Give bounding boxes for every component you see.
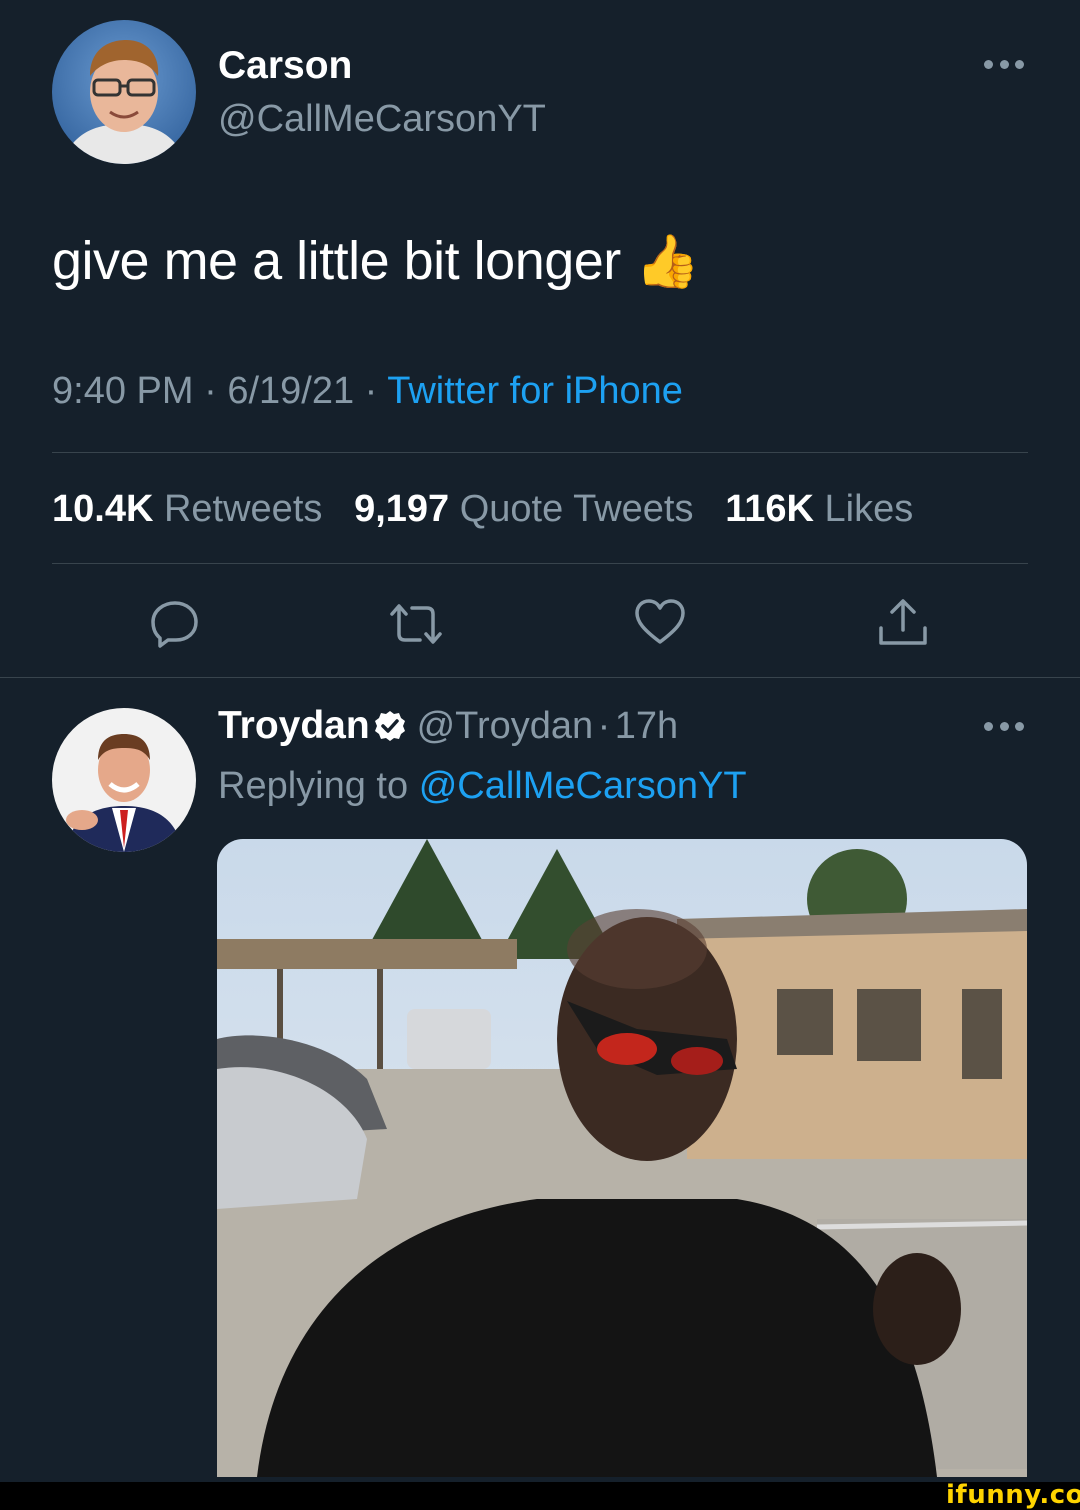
- ifunny-watermark: ifunny.co: [946, 1480, 1080, 1510]
- verified-badge-icon: [374, 710, 406, 747]
- likes-count: 116K: [725, 488, 814, 530]
- author-handle[interactable]: @CallMeCarsonYT: [218, 98, 546, 141]
- meta-separator: ·: [364, 370, 378, 412]
- author-name[interactable]: Carson: [218, 44, 352, 88]
- replying-to: Replying to @CallMeCarsonYT: [218, 765, 747, 808]
- tweet-text: give me a little bit longer 👍: [52, 230, 700, 292]
- reply-author-name[interactable]: Troydan: [218, 704, 370, 747]
- retweet-icon[interactable]: [386, 600, 446, 648]
- avatar-photo: [52, 20, 196, 164]
- replying-to-prefix: Replying to: [218, 765, 409, 807]
- reply-author-handle[interactable]: @Troydan: [417, 705, 594, 747]
- tweet-date[interactable]: 6/19/21: [227, 370, 354, 412]
- tweet-source-link[interactable]: Twitter for iPhone: [387, 370, 683, 412]
- tweet-meta: 9:40 PM · 6/19/21 · Twitter for iPhone: [52, 370, 683, 413]
- more-options-icon[interactable]: [984, 722, 1024, 732]
- reply-age[interactable]: 17h: [615, 705, 678, 747]
- quotes-stat[interactable]: 9,197 Quote Tweets: [354, 488, 693, 530]
- tweet-body: give me a little bit longer: [52, 231, 621, 291]
- quotes-label: Quote Tweets: [459, 488, 694, 530]
- likes-stat[interactable]: 116K Likes: [725, 488, 913, 530]
- retweets-stat[interactable]: 10.4K Retweets: [52, 488, 322, 530]
- replying-to-link[interactable]: @CallMeCarsonYT: [419, 765, 747, 807]
- divider: [52, 563, 1028, 564]
- tweet-time[interactable]: 9:40 PM: [52, 370, 194, 412]
- tweet-media-image[interactable]: [217, 839, 1027, 1477]
- meta-separator: ·: [597, 705, 611, 747]
- quotes-count: 9,197: [354, 488, 450, 530]
- divider: [0, 677, 1080, 678]
- meta-separator: ·: [204, 370, 217, 412]
- like-icon[interactable]: [634, 598, 686, 646]
- share-icon[interactable]: [877, 596, 929, 648]
- retweets-label: Retweets: [163, 488, 323, 530]
- reply-header: Troydan @Troydan · 17h: [218, 704, 678, 748]
- retweets-count: 10.4K: [52, 488, 154, 530]
- likes-label: Likes: [824, 488, 914, 530]
- watermark-bar: [0, 1482, 1080, 1510]
- more-options-icon[interactable]: [984, 60, 1024, 70]
- media-photo: [217, 839, 1027, 1477]
- tweet-stats: 10.4K Retweets 9,197 Quote Tweets 116K L…: [52, 488, 913, 531]
- avatar-photo: [52, 708, 196, 852]
- reply-author-avatar[interactable]: [52, 708, 196, 852]
- reply-icon[interactable]: [150, 598, 200, 648]
- thumbs-up-emoji: 👍: [635, 233, 700, 291]
- author-avatar[interactable]: [52, 20, 196, 164]
- divider: [52, 452, 1028, 453]
